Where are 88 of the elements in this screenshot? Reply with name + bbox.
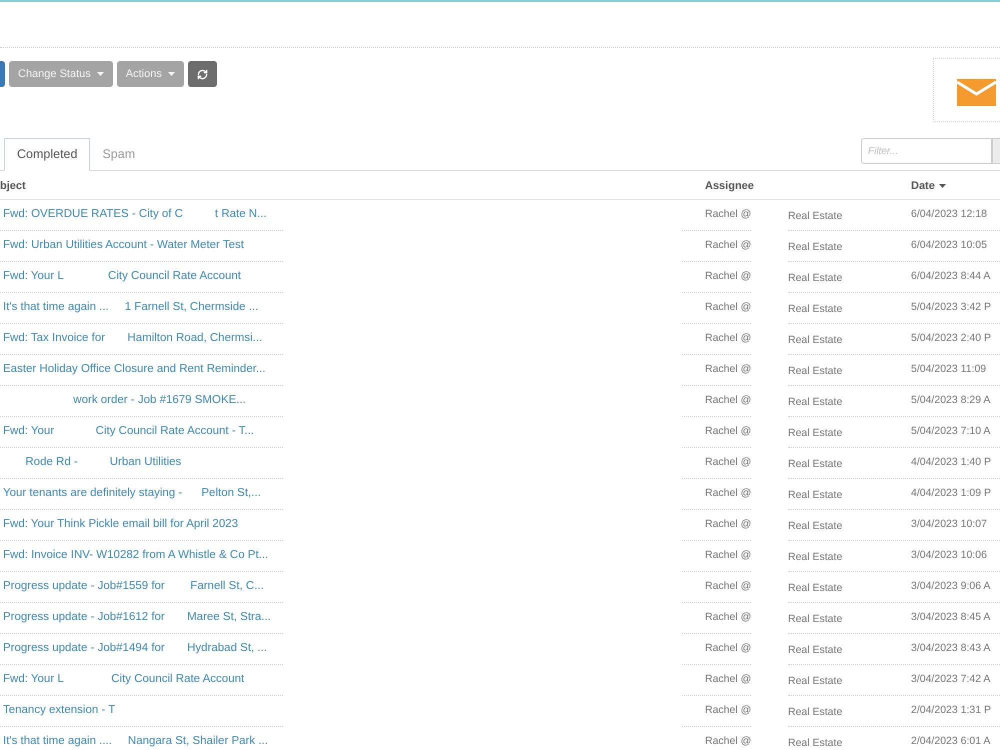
assignee-text: Rachel @ xyxy=(705,641,752,656)
subject-link[interactable]: It's that time again ... 1 Farnell St, Chermside ... xyxy=(3,299,258,317)
subject-link[interactable]: It's that time again .... Nangara St, Shailer Park ... xyxy=(3,733,268,750)
subject-link[interactable]: work order - Job #1679 SMOKE... xyxy=(3,392,246,410)
envelope-icon xyxy=(957,78,996,106)
tab[interactable]: Spam xyxy=(90,138,148,170)
date-text: 4/04/2023 1:40 P xyxy=(911,455,991,470)
column-header[interactable]: Date xyxy=(911,178,946,194)
category-text: Real Estate xyxy=(788,520,842,532)
refresh-icon xyxy=(196,68,208,80)
assignee-text: Rachel @ xyxy=(705,331,752,346)
assignee-text: Rachel @ xyxy=(705,610,752,626)
category-text: Real Estate xyxy=(788,210,842,222)
date-text: 4/04/2023 1:09 P xyxy=(911,486,991,502)
category-text: Real Estate xyxy=(788,489,842,501)
caret-icon xyxy=(938,184,946,188)
subject-link[interactable]: Progress update - Job#1612 for Maree St, Stra... xyxy=(3,609,271,627)
assignee-text: Rachel @ xyxy=(705,362,752,378)
assignee-text: Rachel @ xyxy=(705,238,752,254)
date-text: 2/04/2023 6:01 A xyxy=(911,734,990,750)
subject-link[interactable]: Fwd: OVERDUE RATES - City of C t Rate N... xyxy=(3,206,267,224)
date-text: 5/04/2023 8:29 A xyxy=(911,393,990,408)
category-text: Real Estate xyxy=(788,644,842,656)
category-text: Real Estate xyxy=(788,334,842,346)
subject-link[interactable]: Easter Holiday Office Closure and Rent Reminder... xyxy=(3,361,266,379)
refresh-button[interactable] xyxy=(188,61,217,87)
assignee-text: Rachel @ xyxy=(705,548,752,564)
column-header[interactable]: Assignee xyxy=(705,178,754,194)
subject-link[interactable]: Your tenants are definitely staying - Pelton St,... xyxy=(3,485,261,503)
category-text: Real Estate xyxy=(788,396,842,408)
dropdown-button[interactable]: Actions xyxy=(116,61,184,87)
caret-icon xyxy=(168,72,175,76)
date-text: 2/04/2023 1:31 P xyxy=(911,703,991,718)
assignee-text: Rachel @ xyxy=(705,300,752,316)
assignee-text: Rachel @ xyxy=(705,424,752,440)
assignee-text: Rachel @ xyxy=(705,269,752,284)
date-text: 5/04/2023 11:09 xyxy=(911,362,986,378)
date-text: 3/04/2023 7:42 A xyxy=(911,672,990,688)
assignee-text: Rachel @ xyxy=(705,207,752,222)
category-text: Real Estate xyxy=(788,582,842,594)
date-text: 3/04/2023 8:43 A xyxy=(911,641,990,656)
subject-link[interactable]: Fwd: Your L City Council Rate Account xyxy=(3,671,244,689)
date-text: 6/04/2023 10:05 xyxy=(911,238,987,254)
subject-link[interactable]: Progress update - Job#1559 for Farnell St, C... xyxy=(3,578,264,596)
subject-link[interactable]: Fwd: Tax Invoice for Hamilton Road, Chermsi... xyxy=(3,330,262,348)
assignee-text: Rachel @ xyxy=(705,517,752,532)
date-text: 6/04/2023 8:44 A xyxy=(911,269,990,284)
assignee-text: Rachel @ xyxy=(705,486,752,502)
subject-link[interactable]: Tenancy extension - T xyxy=(3,702,116,720)
date-text: 5/04/2023 3:42 P xyxy=(911,300,991,316)
assignee-text: Rachel @ xyxy=(705,455,752,470)
assignee-text: Rachel @ xyxy=(705,703,752,718)
date-text: 5/04/2023 2:40 P xyxy=(911,331,991,346)
category-text: Real Estate xyxy=(788,551,842,563)
category-text: Real Estate xyxy=(788,737,842,749)
date-text: 6/04/2023 12:18 xyxy=(911,207,987,222)
category-text: Real Estate xyxy=(788,613,842,625)
primary-button[interactable] xyxy=(0,61,5,87)
subject-link[interactable]: Fwd: Your L City Council Rate Account xyxy=(3,268,241,286)
subject-link[interactable]: Fwd: Urban Utilities Account - Water Meter Test xyxy=(3,237,244,255)
caret-icon xyxy=(96,72,104,76)
date-text: 3/04/2023 10:06 xyxy=(911,548,987,564)
assignee-text: Rachel @ xyxy=(705,672,752,688)
category-text: Real Estate xyxy=(788,427,842,439)
filter-field[interactable]: Filter... xyxy=(861,138,992,164)
tab[interactable]: Completed xyxy=(4,138,90,171)
assignee-text: Rachel @ xyxy=(705,579,752,594)
category-text: Real Estate xyxy=(788,303,842,315)
date-text: 3/04/2023 9:06 A xyxy=(911,579,990,594)
dropdown-button[interactable]: Change Status xyxy=(9,61,113,87)
assignee-text: Rachel @ xyxy=(705,393,752,408)
date-text: 5/04/2023 7:10 A xyxy=(911,424,990,440)
mail-tile[interactable] xyxy=(933,58,1000,122)
category-text: Real Estate xyxy=(788,675,842,687)
subject-link[interactable]: Rode Rd - Urban Utilities xyxy=(3,454,182,472)
column-header[interactable]: bject xyxy=(0,178,26,194)
subject-link[interactable]: Fwd: Invoice INV- W10282 from A Whistle & Co Pt... xyxy=(3,547,268,565)
category-text: Real Estate xyxy=(788,241,842,253)
date-text: 3/04/2023 8:45 A xyxy=(911,610,990,626)
category-text: Real Estate xyxy=(788,706,842,718)
category-text: Real Estate xyxy=(788,458,842,470)
category-text: Real Estate xyxy=(788,365,842,377)
date-text: 3/04/2023 10:07 xyxy=(911,517,987,532)
subject-link[interactable]: Progress update - Job#1494 for Hydrabad St, ... xyxy=(3,640,268,658)
subject-link[interactable]: Fwd: Your Think Pickle email bill for April 2023 xyxy=(3,516,238,534)
category-text: Real Estate xyxy=(788,272,842,284)
assignee-text: Rachel @ xyxy=(705,734,752,750)
subject-link[interactable]: Fwd: Your City Council Rate Account - T... xyxy=(3,423,254,441)
